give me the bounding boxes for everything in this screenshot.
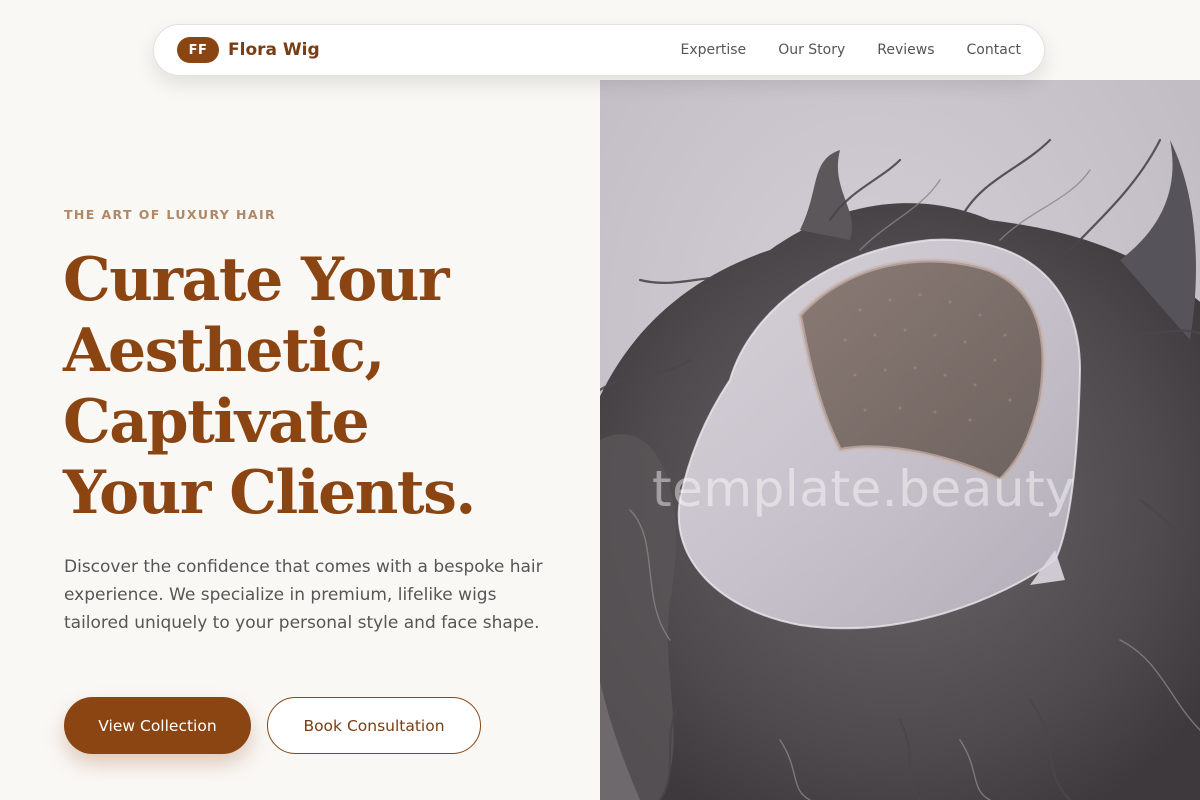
top-navigation: FF Flora Wig Expertise Our Story Reviews… xyxy=(153,24,1045,76)
headline-line-4: Your Clients. xyxy=(63,458,476,528)
nav-links: Expertise Our Story Reviews Contact xyxy=(681,42,1022,58)
nav-link-reviews[interactable]: Reviews xyxy=(877,42,934,58)
headline-line-1: Curate Your xyxy=(63,245,450,315)
headline-line-3: Captivate xyxy=(63,387,370,457)
logo-badge: FF xyxy=(177,37,219,63)
hero-description: Discover the confidence that comes with … xyxy=(64,557,543,633)
hero-headline: Curate Your Aesthetic, Captivate Your Cl… xyxy=(63,245,583,529)
view-collection-button[interactable]: View Collection xyxy=(64,697,251,754)
brand-logo[interactable]: FF Flora Wig xyxy=(177,37,320,63)
image-watermark: template.beauty xyxy=(652,460,1076,518)
hero-image: template.beauty xyxy=(600,80,1200,800)
landing-page: FF Flora Wig Expertise Our Story Reviews… xyxy=(0,0,1200,800)
hero-eyebrow: THE ART OF LUXURY HAIR xyxy=(64,207,277,222)
nav-link-expertise[interactable]: Expertise xyxy=(681,42,747,58)
nav-link-contact[interactable]: Contact xyxy=(967,42,1021,58)
book-consultation-button[interactable]: Book Consultation xyxy=(267,697,481,754)
brand-name: Flora Wig xyxy=(228,40,320,60)
hair-system-illustration xyxy=(600,80,1200,800)
nav-link-our-story[interactable]: Our Story xyxy=(778,42,845,58)
headline-line-2: Aesthetic, xyxy=(63,316,385,386)
